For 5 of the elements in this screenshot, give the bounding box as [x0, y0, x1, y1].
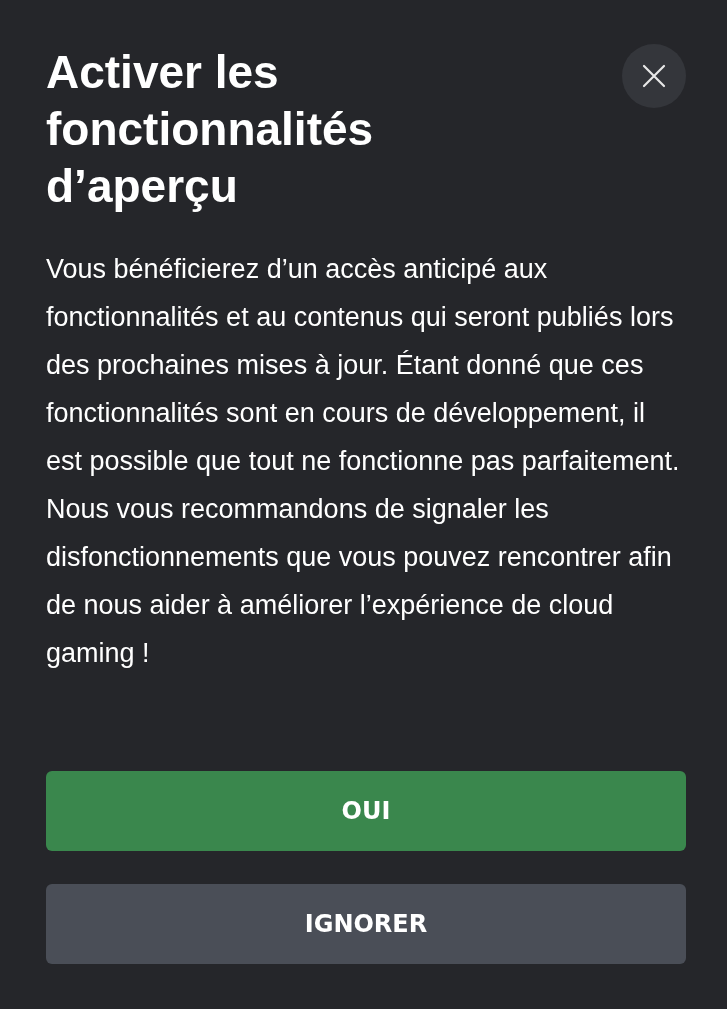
dialog-message: Vous bénéficierez d’un accès anticipé aux fonctionnalités et au contenus qui seront publiés lors des prochaines mises à jour. Étant donné que ces fonctionnalités sont en cours de développement, il est possible que tout ne fonctionne pas parfaitement. Nous vous recommandons de signaler les disfonctionnements que vous pouvez rencontrer afin de nous aider à améliorer l’expérience de cloud gaming !	[46, 253, 681, 670]
close-icon	[642, 64, 666, 88]
dialog-title: Activer les fonctionnalités d’aperçu	[46, 45, 375, 214]
ignore-button[interactable]: IGNORER	[46, 884, 686, 964]
confirm-button[interactable]: OUI	[46, 771, 686, 851]
